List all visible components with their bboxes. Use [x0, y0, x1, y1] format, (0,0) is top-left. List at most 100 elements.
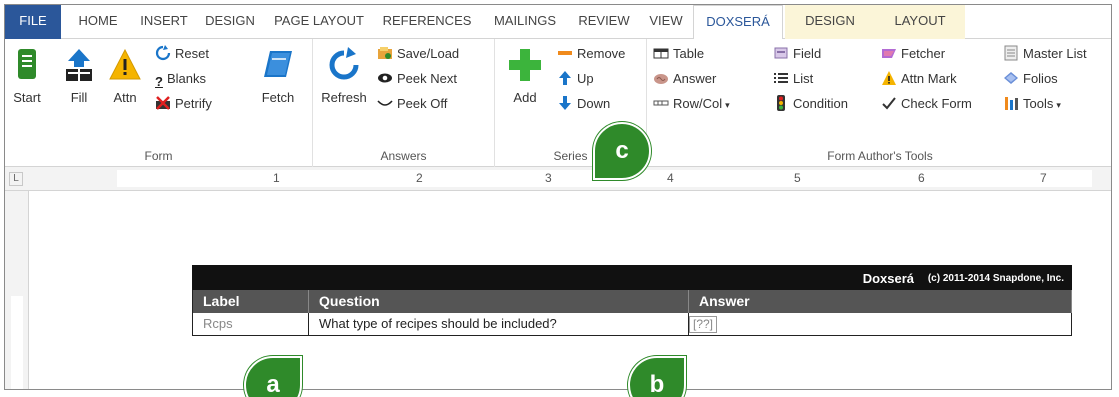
answer-label: Answer [673, 71, 717, 86]
ruler-mark-7: 7 [1040, 171, 1047, 185]
save-load-icon [378, 47, 392, 59]
ruler-mark-4: 4 [667, 171, 674, 185]
up-label: Up [577, 71, 594, 86]
table-row: Rcps What type of recipes should be incl… [192, 313, 1072, 336]
header-question: Question [309, 290, 689, 313]
save-load-button[interactable]: Save/Load [377, 43, 459, 65]
horizontal-ruler[interactable]: L 1 2 3 4 5 6 7 [5, 167, 1111, 191]
book-icon [264, 51, 292, 77]
minus-icon [558, 51, 572, 55]
list-button[interactable]: List [773, 68, 813, 90]
tools-label: Tools [1023, 96, 1054, 111]
folios-icon [1004, 72, 1018, 84]
table-icon [653, 48, 669, 59]
callout-c: c [593, 122, 651, 180]
up-button[interactable]: Up [557, 68, 594, 90]
petrify-label: Petrify [175, 96, 212, 111]
plus-icon [509, 49, 541, 81]
petrify-button[interactable]: Petrify [155, 93, 212, 115]
tools-icon [1005, 97, 1018, 110]
tab-doxsera[interactable]: DOXSERÁ [693, 5, 783, 40]
table-title-row: Doxserá (c) 2011-2014 Snapdone, Inc. [192, 265, 1072, 290]
brand-name: Doxserá [862, 271, 914, 286]
fill-icon [66, 49, 92, 81]
reset-icon [155, 45, 171, 61]
table-label: Table [673, 46, 705, 61]
condition-label: Condition [793, 96, 848, 111]
blanks-button[interactable]: ? Blanks [155, 68, 206, 90]
peek-next-button[interactable]: Peek Next [377, 68, 457, 90]
ruler-mark-3: 3 [545, 171, 552, 185]
check-form-label: Check Form [901, 96, 972, 111]
ruler-mark-5: 5 [794, 171, 801, 185]
down-button[interactable]: Down [557, 93, 610, 115]
attn-button[interactable]: Attn [105, 47, 145, 105]
tab-references[interactable]: REFERENCES [377, 5, 477, 39]
tab-design[interactable]: DESIGN [199, 5, 261, 39]
peek-off-button[interactable]: Peek Off [377, 93, 447, 115]
group-label-answers: Answers [380, 149, 427, 163]
fetch-button[interactable]: Fetch [255, 47, 301, 105]
attn-label: Attn [113, 90, 137, 105]
row-question[interactable]: What type of recipes should be included? [309, 313, 689, 335]
fill-button[interactable]: Fill [59, 47, 99, 105]
ruler-mark-2: 2 [416, 171, 423, 185]
reset-button[interactable]: Reset [155, 43, 209, 65]
start-label: Start [13, 90, 41, 105]
save-load-label: Save/Load [397, 46, 460, 61]
tab-file[interactable]: FILE [5, 5, 61, 39]
list-icon [774, 73, 788, 83]
row-col-label: Row/Col [673, 96, 723, 111]
master-list-button[interactable]: Master List [1003, 43, 1087, 65]
tab-mailings[interactable]: MAILINGS [483, 5, 567, 39]
tab-insert[interactable]: INSERT [133, 5, 195, 39]
check-form-button[interactable]: Check Form [881, 93, 972, 115]
table-button[interactable]: Table [653, 43, 704, 65]
list-label: List [793, 71, 814, 86]
tab-table-layout[interactable]: LAYOUT [875, 5, 965, 39]
dropdown-arrow-icon: ▾ [1056, 100, 1061, 110]
traffic-light-icon [777, 95, 785, 111]
question-blank-icon: ? [155, 74, 163, 89]
tab-view[interactable]: VIEW [641, 5, 691, 39]
tab-page-layout[interactable]: PAGE LAYOUT [267, 5, 371, 39]
field-button[interactable]: Field [773, 43, 821, 65]
condition-button[interactable]: Condition [773, 93, 848, 115]
remove-label: Remove [577, 46, 626, 61]
down-label: Down [577, 96, 611, 111]
tools-button[interactable]: Tools ▾ [1003, 93, 1061, 115]
answer-button[interactable]: Answer [653, 68, 716, 90]
group-form-authors-tools: Table Answer Row/Col ▾ Field List Conditi… [647, 39, 1111, 167]
group-label-form-authors-tools: Form Author's Tools [827, 149, 933, 163]
refresh-icon [329, 47, 359, 80]
tab-table-design[interactable]: DESIGN [785, 5, 875, 39]
tab-stop-selector[interactable]: L [9, 172, 23, 186]
answer-field[interactable]: [??] [689, 316, 718, 333]
refresh-button[interactable]: Refresh [319, 47, 369, 105]
document-page[interactable]: Doxserá (c) 2011-2014 Snapdone, Inc. Lab… [29, 191, 1111, 389]
group-answers: Refresh Save/Load Peek Next Peek Off Ans… [313, 39, 495, 167]
eye-icon [378, 73, 392, 83]
tab-home[interactable]: HOME [67, 5, 129, 39]
table-header-row: Label Question Answer [192, 290, 1072, 313]
row-answer-cell[interactable]: [??] [689, 313, 1072, 335]
fill-label: Fill [70, 90, 88, 105]
tab-review[interactable]: REVIEW [571, 5, 637, 39]
folios-button[interactable]: Folios [1003, 68, 1058, 90]
header-answer: Answer [689, 290, 1072, 313]
brain-icon [654, 74, 668, 84]
row-label[interactable]: Rcps [192, 313, 309, 335]
master-list-icon [1004, 45, 1018, 61]
peek-off-label: Peek Off [397, 96, 448, 111]
add-button[interactable]: Add [505, 47, 545, 105]
vertical-ruler[interactable] [5, 191, 29, 389]
arrow-up-icon [559, 71, 571, 85]
vertical-ruler-text-area [11, 296, 23, 389]
fetcher-button[interactable]: Fetcher [881, 43, 945, 65]
start-button[interactable]: Start [9, 47, 45, 105]
ruler-mark-1: 1 [273, 171, 280, 185]
warning-icon [109, 48, 141, 80]
row-col-button[interactable]: Row/Col ▾ [653, 93, 730, 115]
attn-mark-button[interactable]: Attn Mark [881, 68, 957, 90]
remove-button[interactable]: Remove [557, 43, 625, 65]
